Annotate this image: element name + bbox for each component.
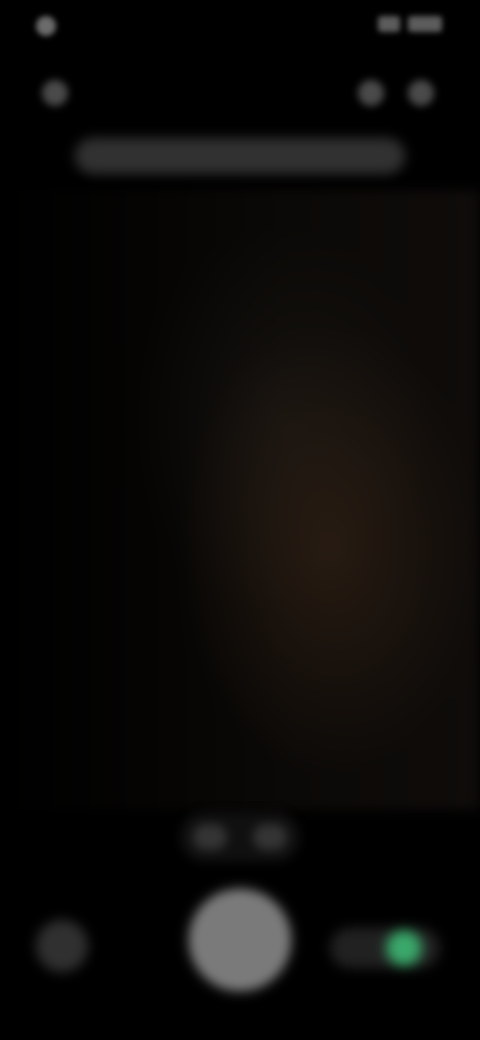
zoom-option-1[interactable] — [193, 824, 227, 850]
zoom-option-2[interactable] — [253, 824, 287, 850]
bottom-bar — [0, 880, 480, 1040]
switch-knob-icon — [386, 930, 422, 966]
hdr-icon[interactable] — [358, 80, 384, 106]
mode-info-strip[interactable] — [75, 138, 405, 174]
signal-icon — [378, 16, 400, 32]
status-bar — [0, 0, 480, 60]
camera-switch-toggle[interactable] — [330, 920, 450, 976]
camera-screen — [0, 0, 480, 1040]
top-controls — [0, 70, 480, 120]
shutter-button[interactable] — [190, 890, 290, 990]
battery-icon — [408, 16, 442, 32]
viewfinder[interactable] — [0, 190, 480, 810]
settings-icon[interactable] — [408, 80, 434, 106]
status-indicator-icon — [36, 16, 56, 36]
gallery-thumbnail[interactable] — [36, 920, 88, 972]
status-right — [378, 16, 450, 32]
switch-track — [330, 928, 440, 968]
status-left — [36, 16, 66, 36]
flash-icon[interactable] — [42, 80, 68, 106]
zoom-control[interactable] — [180, 812, 300, 862]
